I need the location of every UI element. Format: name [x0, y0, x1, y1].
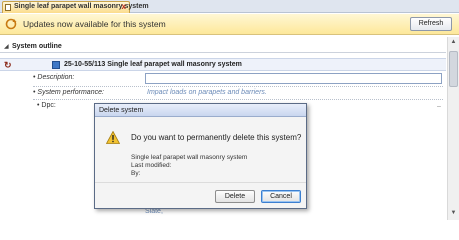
close-icon[interactable]: x — [122, 2, 126, 12]
delete-system-dialog: Delete system Do you want to permanently… — [94, 103, 307, 209]
document-icon — [5, 4, 11, 11]
update-notification-bar: Updates now available for this system Re… — [0, 14, 459, 35]
dialog-by: By: — [131, 170, 141, 177]
divider — [33, 86, 443, 87]
scroll-up-icon[interactable]: ▲ — [448, 37, 459, 48]
tab-strip: Single leaf parapet wall masonry system … — [0, 0, 459, 13]
description-input[interactable] — [145, 73, 442, 84]
performance-value[interactable]: Impact loads on parapets and barriers. — [147, 89, 267, 96]
description-label: • Description: — [33, 74, 75, 81]
app-window: Single leaf parapet wall masonry system … — [0, 0, 459, 220]
warning-icon — [106, 131, 120, 144]
update-message: Updates now available for this system — [23, 19, 166, 29]
section-title: System outline — [12, 43, 62, 50]
system-row[interactable]: ↻ 25-10-55/113 Single leaf parapet wall … — [0, 58, 446, 71]
vertical-scrollbar[interactable]: ▲ ▼ — [447, 37, 459, 220]
tab-title: Single leaf parapet wall masonry system — [14, 3, 149, 10]
system-outline-header[interactable]: ◢ System outline — [0, 41, 446, 53]
performance-label: • System performance: — [33, 89, 104, 96]
system-icon — [52, 61, 60, 69]
refresh-button[interactable]: Refresh — [410, 17, 452, 31]
system-title: 25-10-55/113 Single leaf parapet wall ma… — [64, 61, 242, 68]
dialog-question: Do you want to permanently delete this s… — [131, 133, 302, 142]
scroll-down-icon[interactable]: ▼ — [448, 208, 459, 219]
slate-value[interactable]: Slate, — [145, 208, 163, 215]
update-icon[interactable]: ↻ — [4, 60, 12, 70]
divider — [33, 99, 443, 100]
dialog-system-name: Single leaf parapet wall masonry system — [131, 154, 248, 161]
delete-button[interactable]: Delete — [215, 190, 255, 203]
dpc-label: • Dpc: — [37, 102, 56, 109]
tab-document[interactable]: Single leaf parapet wall masonry system … — [2, 1, 149, 13]
expander-icon[interactable]: – — [437, 103, 441, 110]
cancel-button[interactable]: Cancel — [261, 190, 301, 203]
scroll-thumb[interactable] — [449, 51, 458, 87]
refresh-warning-icon — [5, 18, 17, 30]
dialog-title: Delete system — [95, 104, 306, 117]
collapse-triangle-icon[interactable]: ◢ — [4, 41, 9, 53]
dialog-separator — [95, 182, 306, 183]
dialog-last-modified: Last modified: — [131, 162, 172, 169]
